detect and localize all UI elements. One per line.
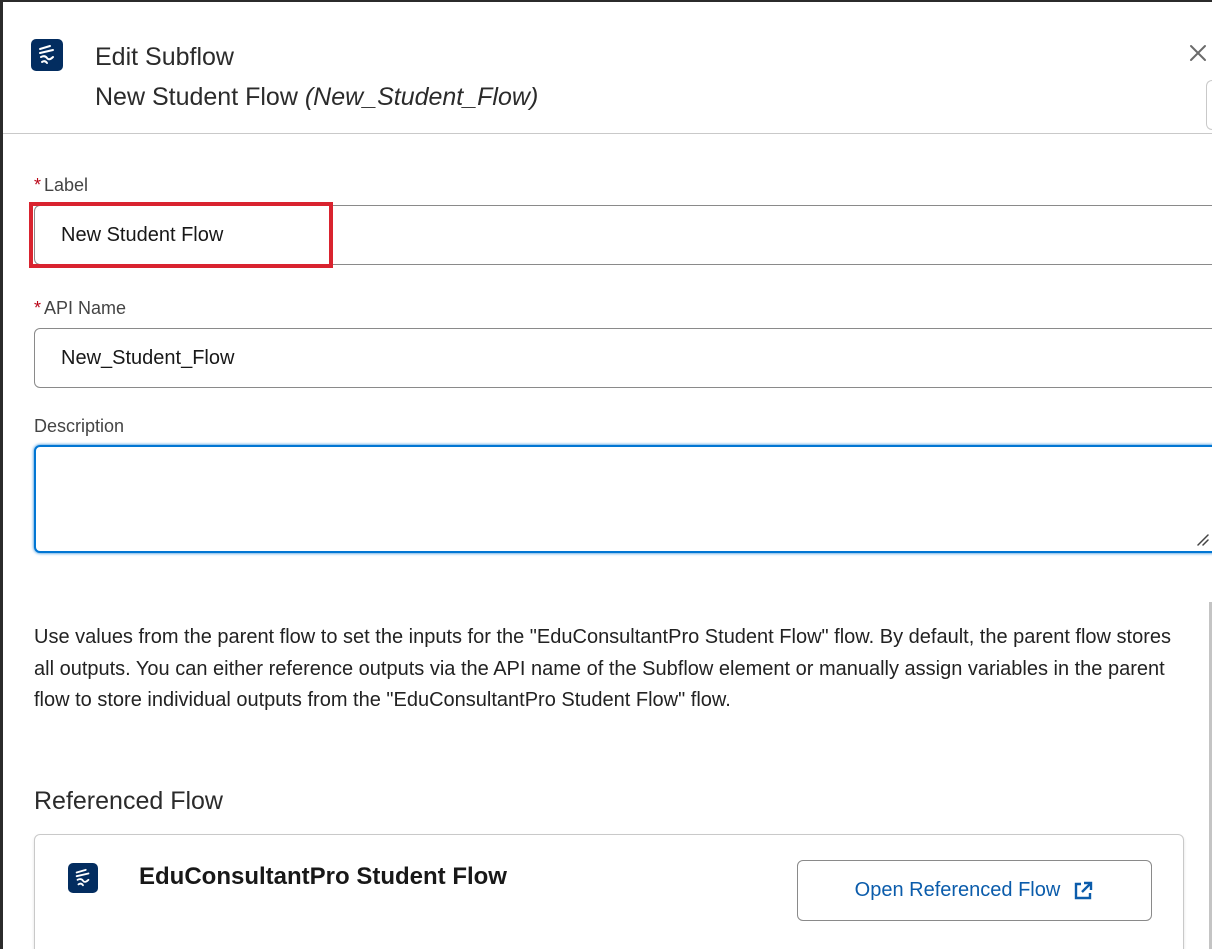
open-referenced-flow-label: Open Referenced Flow — [854, 879, 1061, 901]
subflow-info-text: Use values from the parent flow to set t… — [34, 626, 1172, 711]
api-name-field-label: * API Name — [34, 297, 126, 319]
referenced-flow-heading: Referenced Flow — [34, 787, 223, 815]
flow-icon — [68, 863, 98, 893]
close-icon — [1190, 45, 1206, 61]
api-name-input[interactable] — [34, 328, 1212, 388]
panel-header: Edit Subflow New Student Flow (New_Stude… — [3, 2, 1212, 134]
label-field-label: * Label — [34, 174, 88, 196]
label-input[interactable] — [34, 205, 1212, 265]
external-link-icon — [1075, 881, 1093, 899]
flow-api-name-text: (New_Student_Flow) — [304, 83, 539, 111]
description-textarea[interactable] — [34, 445, 1212, 553]
referenced-flow-card: EduConsultantPro Student Flow Open Refer… — [34, 834, 1184, 949]
panel-title: Edit Subflow — [95, 43, 234, 71]
required-mark: * — [34, 175, 42, 195]
resize-grip-icon[interactable] — [1195, 532, 1209, 546]
flow-label-text: New Student Flow — [95, 83, 298, 111]
required-mark: * — [34, 298, 42, 318]
description-field-label: Description — [34, 416, 125, 436]
open-referenced-flow-button[interactable]: Open Referenced Flow — [797, 860, 1152, 921]
close-button[interactable] — [1183, 38, 1212, 68]
panel-subtitle: New Student Flow (New_Student_Flow) — [95, 82, 538, 112]
label-field-label-text: Label — [44, 175, 89, 195]
adjacent-panel-edge — [1206, 80, 1212, 130]
subflow-editor-window: Edit Subflow New Student Flow (New_Stude… — [0, 0, 1212, 949]
api-name-field-label-text: API Name — [44, 298, 127, 318]
referenced-flow-name: EduConsultantPro Student Flow — [139, 863, 507, 890]
flow-icon — [31, 39, 63, 71]
